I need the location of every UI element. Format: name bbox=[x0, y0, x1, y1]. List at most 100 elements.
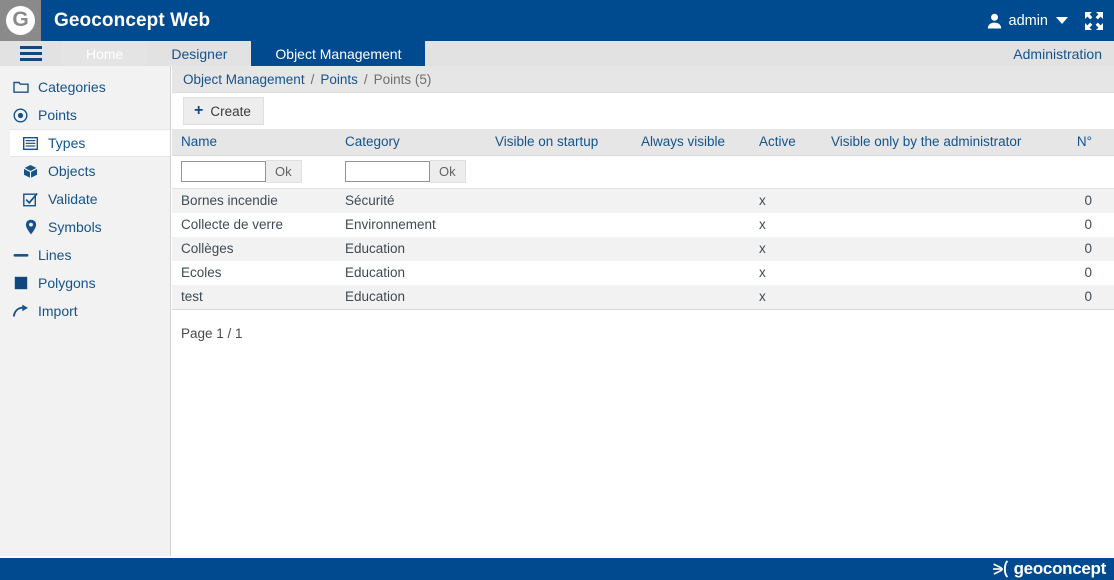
create-button[interactable]: + Create bbox=[183, 97, 264, 125]
geoconcept-brand-text: geoconcept bbox=[1013, 559, 1107, 578]
cell-admin-only bbox=[822, 213, 1034, 237]
cell-always-visible bbox=[632, 237, 750, 261]
breadcrumb: Object Management / Points / Points (5) bbox=[172, 66, 1114, 93]
cell-active: x bbox=[750, 188, 822, 213]
cell-name: Bornes incendie bbox=[172, 188, 336, 213]
breadcrumb-parent[interactable]: Points bbox=[320, 72, 358, 87]
cell-category: Education bbox=[336, 237, 486, 261]
table-row[interactable]: Bornes incendie Sécurité x 0 bbox=[172, 188, 1114, 213]
filter-cell-empty bbox=[486, 155, 632, 189]
sidebar-item-label: Types bbox=[48, 135, 86, 151]
geoconcept-logo: geoconcept bbox=[991, 559, 1106, 579]
cell-always-visible bbox=[632, 261, 750, 285]
footer-bar: geoconcept bbox=[0, 558, 1114, 580]
app-logo: G bbox=[0, 0, 41, 41]
cell-active: x bbox=[750, 285, 822, 310]
cell-category: Environnement bbox=[336, 213, 486, 237]
filter-cell-empty bbox=[750, 155, 822, 189]
filter-cell-name: Ok bbox=[172, 155, 336, 189]
column-header-admin-only[interactable]: Visible only by the administrator bbox=[822, 129, 1034, 156]
app-title: Geoconcept Web bbox=[54, 9, 211, 31]
table-row[interactable]: test Education x 0 bbox=[172, 285, 1114, 310]
nav-tabs-bar: Home Designer Object Management Administ… bbox=[0, 41, 1114, 66]
column-header-category[interactable]: Category bbox=[336, 129, 486, 156]
sidebar-item-categories[interactable]: Categories bbox=[0, 73, 170, 101]
cell-admin-only bbox=[822, 285, 1034, 310]
cell-visible-on-startup bbox=[486, 285, 632, 310]
target-point-icon bbox=[12, 107, 29, 124]
category-filter-ok-button[interactable]: Ok bbox=[430, 160, 466, 183]
cell-admin-only bbox=[822, 188, 1034, 213]
table-row[interactable]: Ecoles Education x 0 bbox=[172, 261, 1114, 285]
sidebar-item-points[interactable]: Points bbox=[0, 101, 170, 129]
list-types-icon bbox=[22, 135, 39, 152]
cell-name: test bbox=[172, 285, 336, 310]
sidebar-item-label: Validate bbox=[48, 191, 98, 207]
cell-always-visible bbox=[632, 285, 750, 310]
table-body: Bornes incendie Sécurité x 0 Collecte de… bbox=[172, 188, 1114, 310]
pagination-label: Page 1 / 1 bbox=[181, 326, 243, 341]
column-header-active[interactable]: Active bbox=[750, 129, 822, 156]
sidebar-item-symbols[interactable]: Symbols bbox=[0, 213, 170, 241]
cell-always-visible bbox=[632, 188, 750, 213]
fullscreen-expand-icon[interactable] bbox=[1084, 11, 1104, 31]
cell-visible-on-startup bbox=[486, 188, 632, 213]
cell-always-visible bbox=[632, 213, 750, 237]
top-bar-right: admin bbox=[987, 11, 1114, 31]
user-menu[interactable]: admin bbox=[987, 13, 1068, 29]
sidebar-item-label: Polygons bbox=[38, 275, 96, 291]
cell-number: 0 bbox=[1034, 237, 1114, 261]
folder-icon bbox=[12, 79, 29, 96]
cell-category: Education bbox=[336, 285, 486, 310]
hamburger-menu-icon[interactable] bbox=[0, 41, 62, 66]
filter-cell-empty bbox=[632, 155, 750, 189]
column-header-always-visible[interactable]: Always visible bbox=[632, 129, 750, 156]
tab-home[interactable]: Home bbox=[62, 41, 148, 66]
sidebar-item-validate[interactable]: Validate bbox=[0, 185, 170, 213]
sidebar-item-types[interactable]: Types bbox=[10, 129, 170, 157]
table-header-row: Name Category Visible on startup Always … bbox=[172, 129, 1114, 156]
table-header: Name Category Visible on startup Always … bbox=[172, 129, 1114, 156]
sidebar-item-objects[interactable]: Objects bbox=[0, 157, 170, 185]
cell-admin-only bbox=[822, 237, 1034, 261]
category-filter-input[interactable] bbox=[345, 161, 430, 182]
column-header-number[interactable]: N° bbox=[1034, 129, 1114, 156]
breadcrumb-separator: / bbox=[363, 71, 368, 87]
create-button-label: Create bbox=[210, 103, 251, 119]
sidebar-item-label: Categories bbox=[38, 79, 106, 95]
main-content: Object Management / Points / Points (5) … bbox=[172, 66, 1114, 556]
filter-cell-empty bbox=[822, 155, 1034, 189]
sidebar-item-label: Lines bbox=[38, 247, 72, 263]
breadcrumb-root[interactable]: Object Management bbox=[183, 72, 305, 87]
sidebar-item-lines[interactable]: Lines bbox=[0, 241, 170, 269]
administration-link[interactable]: Administration bbox=[1013, 41, 1114, 66]
name-filter-ok-button[interactable]: Ok bbox=[266, 160, 302, 183]
cube-objects-icon bbox=[22, 163, 39, 180]
cell-category: Education bbox=[336, 261, 486, 285]
map-pin-icon bbox=[22, 219, 39, 236]
cell-name: Collèges bbox=[172, 237, 336, 261]
cell-name: Collecte de verre bbox=[172, 213, 336, 237]
cell-number: 0 bbox=[1034, 285, 1114, 310]
cell-admin-only bbox=[822, 261, 1034, 285]
sidebar-item-label: Points bbox=[38, 107, 77, 123]
column-header-visible-on-startup[interactable]: Visible on startup bbox=[486, 129, 632, 156]
cell-visible-on-startup bbox=[486, 213, 632, 237]
filled-square-icon bbox=[12, 275, 29, 292]
rays-burst-icon bbox=[992, 560, 1008, 578]
sidebar-item-import[interactable]: Import bbox=[0, 297, 170, 325]
tab-object-management[interactable]: Object Management bbox=[251, 41, 426, 66]
sidebar-item-label: Objects bbox=[48, 163, 96, 179]
cell-visible-on-startup bbox=[486, 261, 632, 285]
filter-cell-empty bbox=[1034, 155, 1114, 189]
sidebar-item-label: Import bbox=[38, 303, 78, 319]
column-header-name[interactable]: Name bbox=[172, 129, 336, 156]
cell-visible-on-startup bbox=[486, 237, 632, 261]
toolbar: + Create bbox=[172, 93, 1114, 129]
cell-number: 0 bbox=[1034, 213, 1114, 237]
sidebar-item-polygons[interactable]: Polygons bbox=[0, 269, 170, 297]
tab-designer[interactable]: Designer bbox=[147, 41, 251, 66]
table-row[interactable]: Collecte de verre Environnement x 0 bbox=[172, 213, 1114, 237]
table-row[interactable]: Collèges Education x 0 bbox=[172, 237, 1114, 261]
name-filter-input[interactable] bbox=[181, 161, 266, 182]
